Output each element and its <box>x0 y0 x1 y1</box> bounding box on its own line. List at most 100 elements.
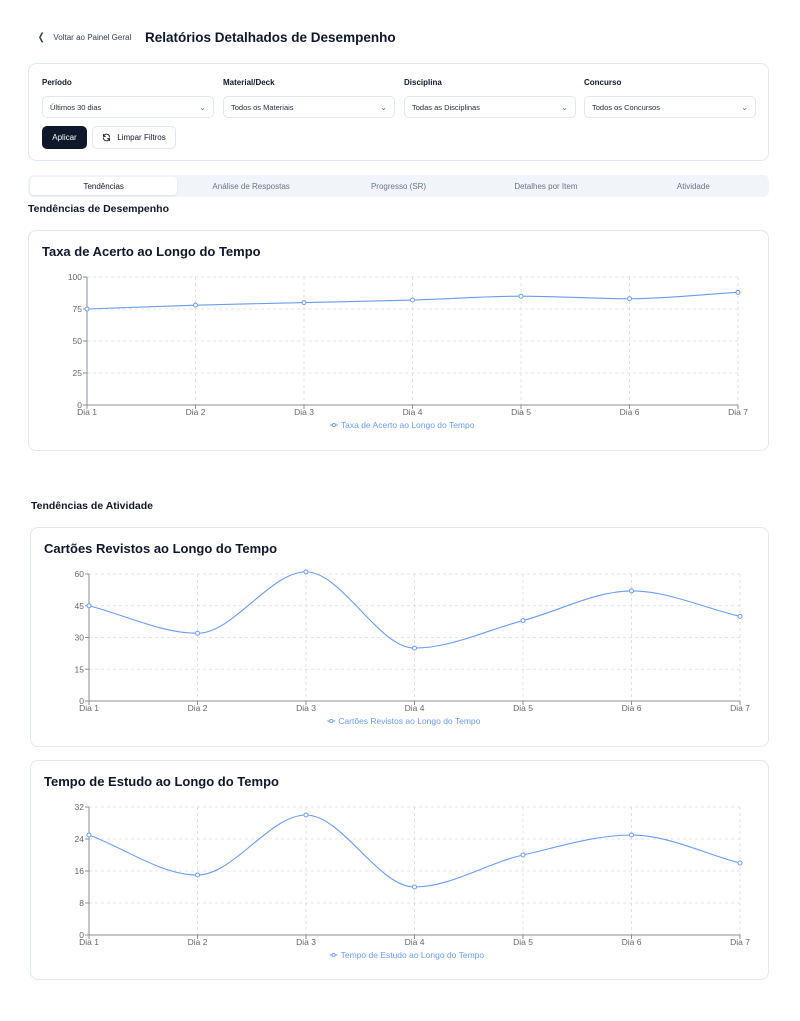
x-tick-label: Dia 4 <box>405 703 425 713</box>
filter-contest: Concurso Todos os Concursos ⌄ <box>584 78 756 118</box>
y-tick-label: 16 <box>75 866 85 876</box>
data-point[interactable] <box>412 884 417 890</box>
tab-item-details[interactable]: Detalhes por Item <box>472 177 619 195</box>
filters-panel: Período Últimos 30 dias ⌄ Material/Deck … <box>28 63 769 161</box>
x-tick-label: Dia 4 <box>403 407 423 417</box>
legend-marker-dot <box>329 718 334 724</box>
clear-filters-label: Limpar Filtros <box>117 133 166 142</box>
x-tick-label: Dia 1 <box>79 703 99 713</box>
x-tick-label: Dia 5 <box>513 937 533 947</box>
activity-section-title: Tendências de Atividade <box>31 500 153 512</box>
select-value: Todos os Materiais <box>231 102 294 112</box>
data-point[interactable] <box>520 618 526 624</box>
y-tick-label: 100 <box>68 272 82 282</box>
select-value: Todas as Disciplinas <box>412 102 480 112</box>
chevron-down-icon: ⌄ <box>561 102 568 112</box>
y-tick-label: 50 <box>73 336 83 346</box>
x-tick-label: Dia 2 <box>188 703 208 713</box>
data-point[interactable] <box>412 645 417 651</box>
x-tick-label: Dia 3 <box>294 407 314 417</box>
y-tick-label: 32 <box>75 802 85 812</box>
x-tick-label: Dia 6 <box>622 937 642 947</box>
y-tick-label: 25 <box>73 368 83 378</box>
data-point[interactable] <box>520 852 526 858</box>
cards-reviewed-chart-card: Cartões Revistos ao Longo do Tempo 0 15 30… <box>30 527 769 747</box>
data-point[interactable] <box>737 860 743 866</box>
select-value: Todos os Concursos <box>592 102 660 112</box>
back-to-dashboard-link[interactable]: ❮ Voltar ao Painel Geral <box>37 32 131 43</box>
x-tick-label: Dia 5 <box>511 407 531 417</box>
discipline-select[interactable]: Todas as Disciplinas ⌄ <box>404 96 576 118</box>
filter-discipline: Disciplina Todas as Disciplinas ⌄ <box>404 78 576 118</box>
tab-trends[interactable]: Tendências <box>30 177 178 195</box>
legend-label: Taxa de Acerto ao Longo do Tempo <box>341 420 475 430</box>
data-point[interactable] <box>86 832 92 838</box>
y-tick-label: 60 <box>75 569 85 579</box>
accuracy-chart-card: Taxa de Acerto ao Longo do Tempo 0 25 50 75… <box>28 230 769 451</box>
data-point[interactable] <box>410 297 415 303</box>
x-tick-label: Dia 7 <box>730 703 750 713</box>
data-point[interactable] <box>301 300 307 306</box>
filter-label: Concurso <box>584 78 622 87</box>
page-title: Relatórios Detalhados de Desempenho <box>145 30 396 45</box>
y-tick-label: 75 <box>73 304 83 314</box>
x-tick-label: Dia 1 <box>79 937 99 947</box>
filter-material: Material/Deck Todos os Materiais ⌄ <box>223 78 395 118</box>
x-tick-label: Dia 6 <box>620 407 640 417</box>
accuracy-line-chart: 0255075100Dia 1 Dia 2 Dia 3 Dia 4 Dia 5 Dia 6… <box>68 272 748 430</box>
cards-reviewed-line-chart: 015304560Dia 1 Dia 2 Dia 3 Dia 4 Dia 5 Dia 6D… <box>75 569 751 726</box>
y-tick-label: 45 <box>75 601 85 611</box>
data-point[interactable] <box>627 296 632 302</box>
x-tick-label: Dia 7 <box>728 407 748 417</box>
data-point[interactable] <box>303 569 309 575</box>
data-point[interactable] <box>195 630 200 636</box>
data-point[interactable] <box>195 872 200 878</box>
study-time-chart-card: Tempo de Estudo ao Longo do Tempo 0 8 16 24… <box>30 760 769 980</box>
filter-label: Material/Deck <box>223 78 275 87</box>
y-tick-label: 8 <box>79 898 84 908</box>
clear-filters-button[interactable]: Limpar Filtros <box>92 126 176 149</box>
x-tick-label: Dia 3 <box>296 937 316 947</box>
chevron-down-icon: ⌄ <box>380 102 387 112</box>
chevron-left-icon: ❮ <box>37 32 45 43</box>
x-tick-label: Dia 7 <box>730 937 750 947</box>
y-tick-label: 30 <box>75 633 85 643</box>
x-tick-label: Dia 4 <box>405 937 425 947</box>
legend-marker-dot <box>331 422 336 428</box>
material-select[interactable]: Todos os Materiais ⌄ <box>223 96 395 118</box>
data-point[interactable] <box>84 306 90 312</box>
apply-button[interactable]: Aplicar <box>42 126 87 149</box>
x-tick-label: Dia 6 <box>622 703 642 713</box>
refresh-icon <box>103 133 111 142</box>
filter-label: Período <box>42 78 72 87</box>
data-point[interactable] <box>303 812 309 818</box>
legend-marker-dot <box>331 952 336 958</box>
data-point[interactable] <box>629 832 634 838</box>
data-point[interactable] <box>737 613 743 619</box>
contest-select[interactable]: Todos os Concursos ⌄ <box>584 96 756 118</box>
data-point[interactable] <box>193 302 198 308</box>
tab-progress-sr[interactable]: Progresso (SR) <box>325 177 472 195</box>
legend-label: Tempo de Estudo ao Longo do Tempo <box>341 950 485 960</box>
x-tick-label: Dia 2 <box>188 937 208 947</box>
filter-label: Disciplina <box>404 78 442 87</box>
filter-period: Período Últimos 30 dias ⌄ <box>42 78 214 118</box>
study-time-line-chart: 08162432Dia 1 Dia 2 Dia 3 Dia 4 Dia 5 Dia 6 Di… <box>75 802 751 960</box>
chevron-down-icon: ⌄ <box>741 102 748 112</box>
data-point[interactable] <box>518 293 524 299</box>
data-point[interactable] <box>629 588 634 594</box>
data-point[interactable] <box>86 603 92 609</box>
back-link-label: Voltar ao Painel Geral <box>53 33 132 42</box>
y-tick-label: 24 <box>75 834 85 844</box>
report-tabs: Tendências Análise de Respostas Progress… <box>28 175 769 197</box>
performance-section-title: Tendências de Desempenho <box>28 203 170 215</box>
legend-label: Cartões Revistos ao Longo do Tempo <box>338 716 480 726</box>
tab-activity[interactable]: Atividade <box>620 177 767 195</box>
chevron-down-icon: ⌄ <box>199 102 206 112</box>
data-point[interactable] <box>735 289 741 295</box>
tab-answer-analysis[interactable]: Análise de Respostas <box>177 177 324 195</box>
period-select[interactable]: Últimos 30 dias ⌄ <box>42 96 214 118</box>
y-tick-label: 15 <box>75 664 85 674</box>
x-tick-label: Dia 3 <box>296 703 316 713</box>
x-tick-label: Dia 2 <box>186 407 206 417</box>
